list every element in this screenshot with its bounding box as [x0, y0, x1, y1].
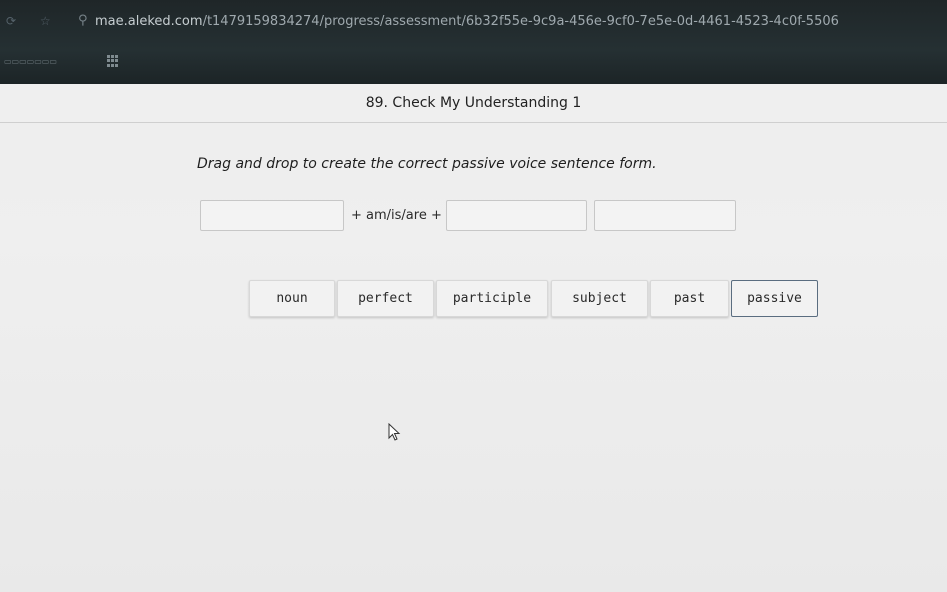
url-host: mae.aleked.com [95, 14, 203, 29]
mouse-cursor-icon [388, 423, 401, 441]
drop-slot-1[interactable] [200, 200, 344, 231]
tile-noun[interactable]: noun [249, 280, 335, 317]
address-bar[interactable]: ⟳ ☆ ⚲ mae.aleked.com/t1479159834274/prog… [0, 14, 947, 36]
url-text[interactable]: mae.aleked.com/t1479159834274/progress/a… [95, 14, 839, 29]
tile-past[interactable]: past [650, 280, 729, 317]
site-settings-icon[interactable]: ⚲ [78, 14, 88, 28]
connector-text: + am/is/are + [351, 208, 442, 223]
bookmarks-bar: ▭▭▭▭▭▭▭ [0, 54, 947, 72]
tile-passive[interactable]: passive [731, 280, 818, 317]
tile-participle[interactable]: participle [436, 280, 548, 317]
tile-perfect[interactable]: perfect [337, 280, 434, 317]
page-title: 89. Check My Understanding 1 [365, 95, 582, 111]
bookmark-item[interactable]: ▭▭▭▭▭▭▭ [4, 57, 57, 66]
apps-grid-icon[interactable] [107, 55, 119, 67]
browser-toolbar: ⟳ ☆ ⚲ mae.aleked.com/t1479159834274/prog… [0, 0, 947, 84]
reload-icon[interactable]: ⟳ ☆ [6, 14, 61, 28]
instruction-text: Drag and drop to create the correct pass… [197, 156, 657, 172]
tile-subject[interactable]: subject [551, 280, 648, 317]
url-path: /t1479159834274/progress/assessment/6b32… [202, 14, 839, 29]
drop-slot-2[interactable] [446, 200, 587, 231]
question-header: 89. Check My Understanding 1 [0, 84, 947, 123]
drop-slot-3[interactable] [594, 200, 736, 231]
